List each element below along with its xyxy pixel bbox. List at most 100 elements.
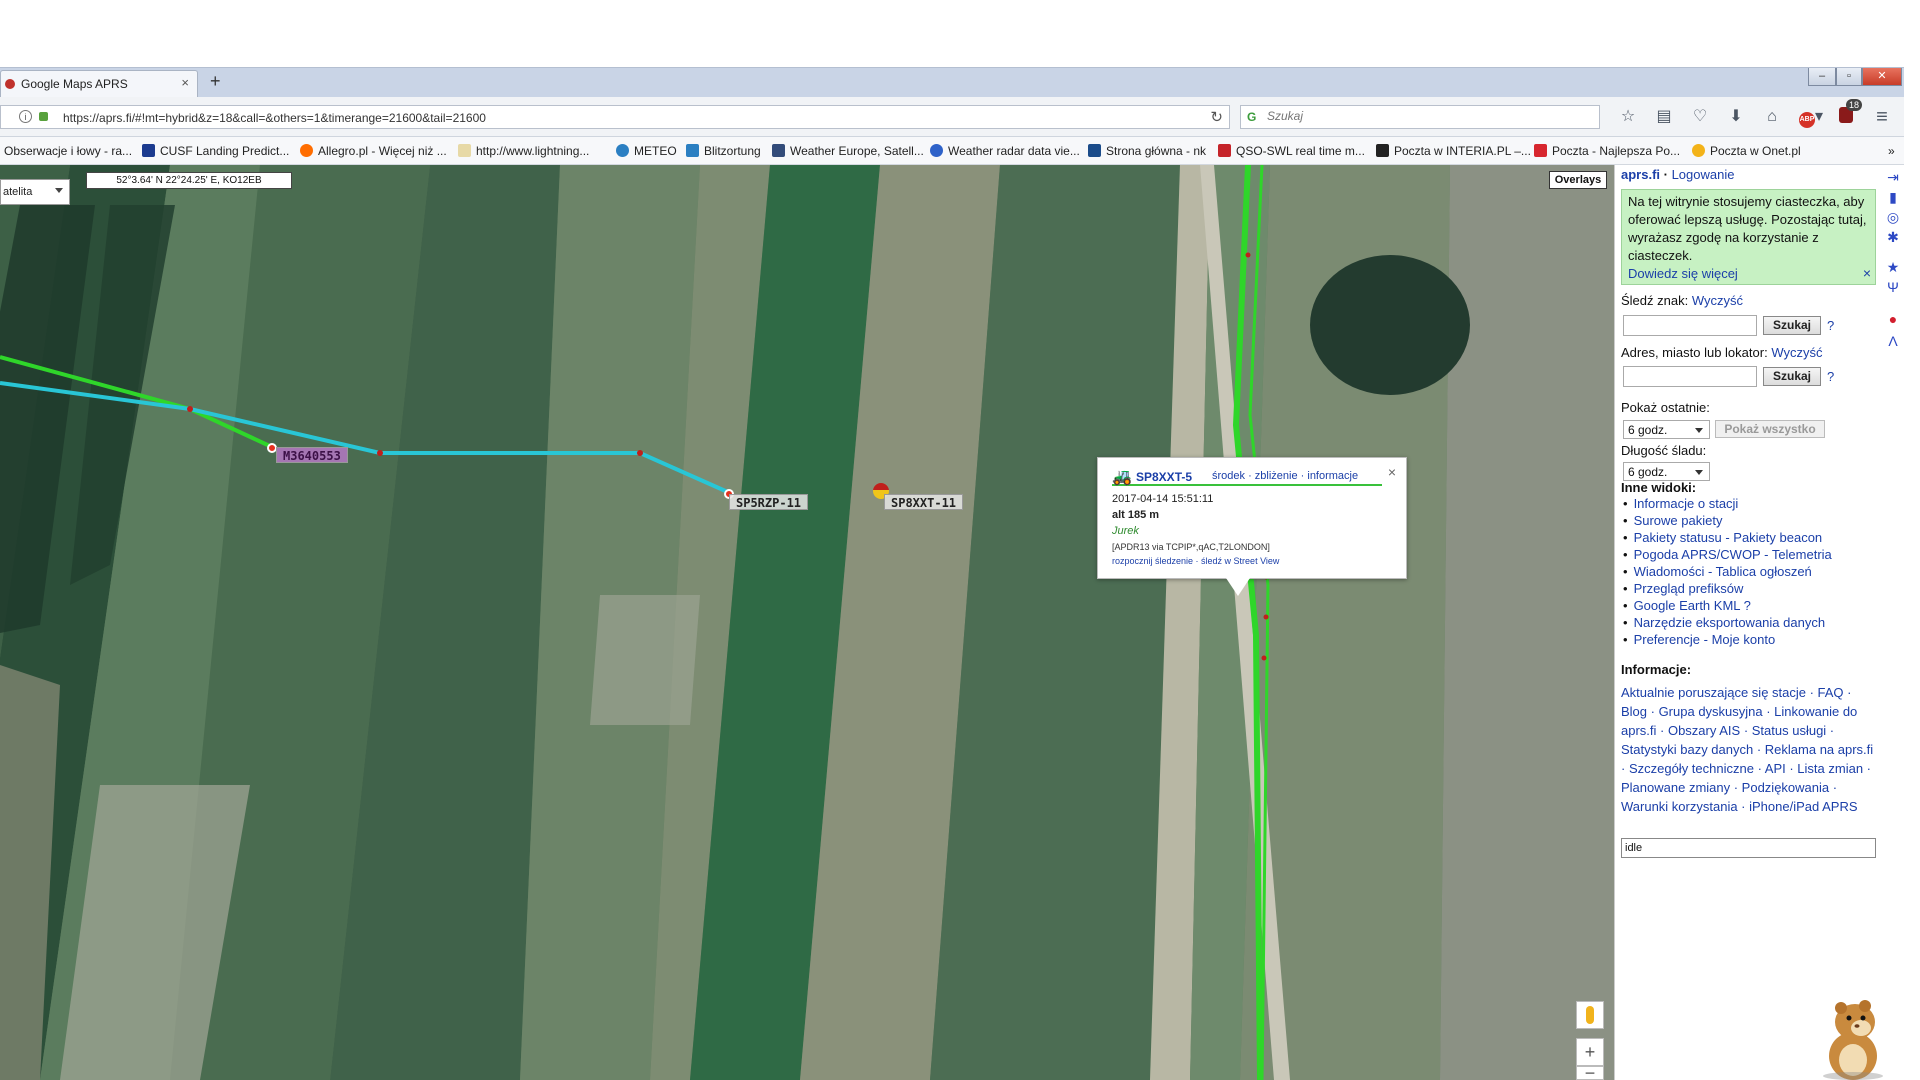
page-icon — [458, 144, 471, 157]
globe-icon[interactable]: ◎ — [1885, 209, 1901, 225]
info-links[interactable]: Aktualnie poruszające się stacje · FAQ ·… — [1621, 683, 1879, 816]
view-link[interactable]: Wiadomości - Tablica ogłoszeń — [1623, 563, 1832, 580]
popup-track-links[interactable]: rozpocznij śledzenie · śledź w Street Vi… — [1112, 556, 1279, 566]
new-tab-button[interactable]: + — [210, 71, 221, 92]
bookmark-item[interactable]: CUSF Landing Predict... — [142, 144, 289, 158]
window-close-button[interactable]: ✕ — [1862, 68, 1902, 86]
tower-icon[interactable]: ▮ — [1885, 189, 1901, 205]
qso-icon — [1218, 144, 1231, 157]
show-all-button[interactable]: Pokaż wszystko — [1715, 420, 1825, 438]
menu-icon[interactable]: ≡ — [1872, 107, 1892, 127]
info-title: Informacje: — [1621, 662, 1692, 677]
ublock-icon[interactable]: 18 — [1836, 99, 1863, 127]
bookmark-item[interactable]: Blitzortung — [686, 144, 761, 158]
weather-icon — [772, 144, 785, 157]
view-link[interactable]: Informacje o stacji — [1623, 495, 1832, 512]
address-search-button[interactable]: Szukaj — [1763, 367, 1821, 386]
site-link[interactable]: aprs.fi — [1621, 167, 1660, 182]
bookmark-item[interactable]: QSO-SWL real time m... — [1218, 144, 1365, 158]
popup-close-icon[interactable]: × — [1388, 464, 1396, 480]
view-link[interactable]: Google Earth KML ? — [1623, 597, 1832, 614]
reading-list-icon[interactable]: ▤ — [1654, 107, 1674, 127]
bookmark-star-icon[interactable]: ☆ — [1618, 107, 1638, 127]
balloon-icon[interactable]: ● — [1885, 311, 1901, 327]
bookmark-item[interactable]: Poczta w Onet.pl — [1692, 144, 1801, 158]
view-link[interactable]: Surowe pakiety — [1623, 512, 1832, 529]
pocket-icon[interactable]: ♡ — [1690, 107, 1710, 127]
zoom-out-button[interactable]: − — [1576, 1064, 1604, 1080]
site-info-icon[interactable]: i — [19, 110, 32, 123]
antenna-icon[interactable]: Ψ — [1885, 279, 1901, 295]
download-icon[interactable]: ⬇ — [1726, 107, 1746, 127]
chevron-down-icon — [1695, 428, 1703, 433]
coordinates-readout: 52°3.64' N 22°24.25' E, KO12EB — [86, 172, 292, 189]
map-view[interactable]: atelita 52°3.64' N 22°24.25' E, KO12EB O… — [0, 165, 1614, 1080]
address-clear-link[interactable]: Wyczyść — [1771, 345, 1822, 360]
star-icon[interactable]: ★ — [1885, 259, 1901, 275]
track-length-select[interactable]: 6 godz. — [1623, 462, 1710, 481]
radar-icon — [930, 144, 943, 157]
bookmark-item[interactable]: Weather radar data vie... — [930, 144, 1080, 158]
show-last-select[interactable]: 6 godz. — [1623, 420, 1710, 439]
overlays-button[interactable]: Overlays — [1549, 171, 1607, 189]
bookmark-item[interactable]: Obserwacje i łowy - ra... — [4, 144, 132, 158]
minimize-button[interactable]: – — [1808, 68, 1836, 86]
aprs-favicon-icon — [5, 79, 15, 89]
home-icon[interactable]: ⌂ — [1762, 107, 1782, 127]
person-icon[interactable]: ✱ — [1885, 229, 1901, 245]
tab-close-icon[interactable]: × — [181, 75, 189, 90]
bookmarks-overflow-icon[interactable]: » — [1888, 144, 1895, 158]
view-link[interactable]: Przegląd prefiksów — [1623, 580, 1832, 597]
view-link[interactable]: Preferencje - Moje konto — [1623, 631, 1832, 648]
lock-icon — [39, 112, 48, 121]
address-input[interactable] — [1623, 366, 1757, 387]
tab-aprs[interactable]: Google Maps APRS × — [0, 70, 198, 98]
allegro-icon — [300, 144, 313, 157]
bookmark-item[interactable]: Poczta - Najlepsza Po... — [1534, 144, 1680, 158]
popup-path: [APDR13 via TCPIP*,qAC,T2LONDON] — [1112, 542, 1270, 552]
popup-links[interactable]: środek · zbliżenie · informacje — [1212, 470, 1358, 482]
track-length-label: Długość śladu: — [1621, 443, 1707, 458]
popup-time: 2017-04-14 15:51:11 — [1112, 493, 1214, 505]
view-link[interactable]: Pakiety statusu - Pakiety beacon — [1623, 529, 1832, 546]
search-input[interactable] — [1267, 109, 1587, 123]
bookmark-item[interactable]: Strona główna - nk — [1088, 144, 1206, 158]
view-link[interactable]: Narzędzie eksportowania danych — [1623, 614, 1832, 631]
station-label[interactable]: SP8XXT-11 — [884, 494, 964, 510]
track-clear-link[interactable]: Wyczyść — [1692, 293, 1743, 308]
map-type-select[interactable]: atelita — [0, 179, 70, 205]
zoom-in-button[interactable]: + — [1576, 1038, 1604, 1066]
popup-header: 🚜 SP8XXT-5 środek · zbliżenie · informac… — [1112, 466, 1382, 486]
nav-bar: i https://aprs.fi/#!mt=hybrid&z=18&call=… — [0, 97, 1904, 137]
track-help-link[interactable]: ? — [1827, 318, 1834, 333]
bookmark-item[interactable]: http://www.lightning... — [458, 144, 589, 158]
search-box[interactable]: G — [1240, 105, 1600, 129]
google-search-icon: G — [1247, 110, 1257, 124]
station-label[interactable]: M3640553 — [276, 447, 348, 463]
adblock-icon[interactable]: ABP▾ — [1796, 107, 1826, 128]
bookmark-item[interactable]: Weather Europe, Satell... — [772, 144, 924, 158]
bookmark-item[interactable]: Allegro.pl - Więcej niż ... — [300, 144, 447, 158]
other-views-title: Inne widoki: — [1621, 480, 1697, 495]
address-help-link[interactable]: ? — [1827, 369, 1834, 384]
side-icon-strip: ⇥ ▮ ◎ ✱ ★ Ψ ● Λ — [1882, 165, 1904, 1080]
hamster-mascot-image — [1823, 1000, 1883, 1080]
street-view-pegman-icon[interactable] — [1576, 1001, 1604, 1029]
track-search-button[interactable]: Szukaj — [1763, 316, 1821, 335]
popup-callsign[interactable]: SP8XXT-5 — [1136, 470, 1192, 484]
bookmark-item[interactable]: Poczta w INTERIA.PL –... — [1376, 144, 1531, 158]
track-callsign-input[interactable] — [1623, 315, 1757, 336]
address-label: Adres, miasto lub lokator: Wyczyść — [1621, 345, 1823, 360]
cookie-close-icon[interactable]: × — [1863, 264, 1871, 282]
station-label[interactable]: SP5RZP-11 — [729, 494, 809, 510]
popup-comment: Jurek — [1112, 525, 1139, 537]
bookmark-item[interactable]: METEO — [616, 144, 677, 158]
login-arrow-icon[interactable]: ⇥ — [1885, 169, 1901, 185]
view-link[interactable]: Pogoda APRS/CWOP - Telemetria — [1623, 546, 1832, 563]
cookie-more-link[interactable]: Dowiedz się więcej — [1628, 266, 1738, 281]
login-link[interactable]: Logowanie — [1672, 167, 1735, 182]
aprs-a-icon[interactable]: Λ — [1885, 333, 1901, 349]
maximize-button[interactable]: ▫ — [1836, 68, 1862, 86]
reload-icon[interactable]: ↻ — [1210, 108, 1223, 126]
address-bar[interactable]: i https://aprs.fi/#!mt=hybrid&z=18&call=… — [0, 105, 1230, 129]
